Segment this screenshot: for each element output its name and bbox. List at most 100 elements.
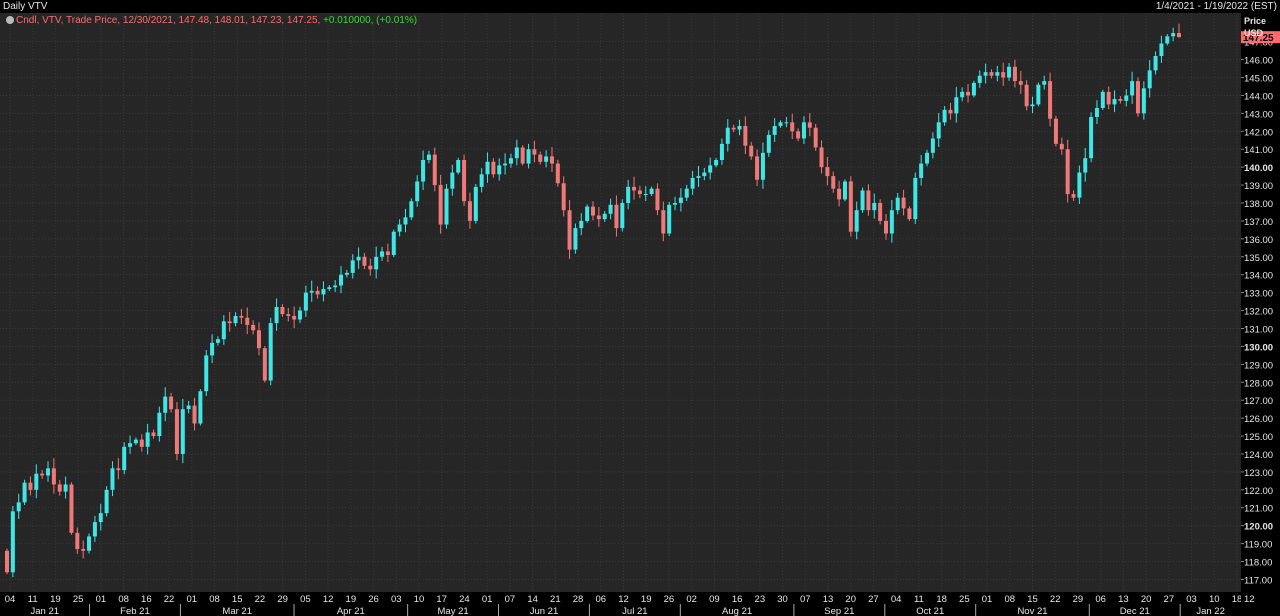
candle-body xyxy=(397,224,402,232)
price-tick-label: 136.00 xyxy=(1244,235,1273,246)
price-tick-label: 146.00 xyxy=(1244,56,1273,67)
price-tick-label: 131.00 xyxy=(1244,324,1273,335)
day-tick-label: 07 xyxy=(800,594,811,605)
price-axis[interactable]: 117.00 118.00 119.00 120.00 121.00 122.00 123.… xyxy=(1241,13,1280,616)
price-axis-svg: 117.00 118.00 119.00 120.00 121.00 122.00 123.… xyxy=(1241,31,1280,605)
candle-body xyxy=(145,432,150,447)
candle-body xyxy=(362,256,367,266)
candle-body xyxy=(1077,172,1082,198)
candle-body xyxy=(1118,99,1123,101)
month-label: Jan 21 xyxy=(30,606,59,616)
candle-body xyxy=(227,321,232,324)
price-tick-label: 118.00 xyxy=(1244,558,1272,569)
candle-body xyxy=(204,355,209,392)
candle-body xyxy=(456,159,461,173)
candle-body xyxy=(1053,118,1058,144)
candle-body xyxy=(848,181,853,232)
candle-body xyxy=(491,161,496,175)
candle-body xyxy=(286,314,291,316)
price-tick-label: 122.00 xyxy=(1244,486,1273,497)
day-tick-label: 05 xyxy=(300,594,311,605)
day-tick-label: 22 xyxy=(1050,594,1061,605)
candle-body xyxy=(819,147,824,168)
month-label: Nov 21 xyxy=(1017,606,1047,616)
candle-body xyxy=(1177,33,1181,38)
price-tick-label: 138.00 xyxy=(1244,199,1273,210)
day-tick-label: 16 xyxy=(732,594,743,605)
candle-body xyxy=(350,260,355,273)
day-tick-label: 29 xyxy=(1073,594,1084,605)
candle-body xyxy=(1094,108,1099,117)
candle-body xyxy=(579,220,584,229)
candle-body xyxy=(116,468,121,471)
plot-area[interactable] xyxy=(0,13,1241,592)
candle-body xyxy=(1024,84,1029,107)
candle-body xyxy=(977,75,982,83)
candle-body xyxy=(526,149,531,164)
candle-body xyxy=(866,190,871,211)
settings-icon[interactable] xyxy=(6,16,14,24)
candle-body xyxy=(1112,99,1117,105)
candle-body xyxy=(1030,104,1035,107)
candle-body xyxy=(81,548,86,551)
candle-body xyxy=(661,210,666,234)
candle-body xyxy=(339,274,344,286)
day-tick-label: 26 xyxy=(368,594,379,605)
price-tick-label: 133.00 xyxy=(1244,289,1273,300)
candle-body xyxy=(139,439,144,447)
candle-body xyxy=(796,131,801,139)
candle-body xyxy=(438,185,443,225)
candle-body xyxy=(854,210,859,232)
candle-body xyxy=(479,174,484,187)
candle-body xyxy=(649,188,654,195)
month-label: Jun 21 xyxy=(530,606,559,616)
month-label: Sep 21 xyxy=(824,606,854,616)
candle-body xyxy=(667,204,672,234)
candle-body xyxy=(415,181,420,202)
time-axis[interactable]: 04 11 19 25 01 08 16 22 01 08 15 22 29 05 12 19 26 03 10 17… xyxy=(0,592,1241,616)
candle-body xyxy=(1001,72,1006,78)
day-tick-label: 26 xyxy=(664,594,675,605)
price-tick-label: 120.00 xyxy=(1244,522,1273,533)
day-tick-label: 13 xyxy=(1118,594,1129,605)
candle-body xyxy=(989,72,994,76)
candle-body xyxy=(92,522,97,537)
candle-body xyxy=(755,156,760,180)
candle-body xyxy=(895,197,900,211)
candle-body xyxy=(1141,88,1146,114)
day-tick-label: 20 xyxy=(1141,594,1152,605)
candle-body xyxy=(538,154,543,162)
candle-body xyxy=(643,194,648,196)
day-tick-label: 02 xyxy=(686,594,697,605)
day-tick-label: 18 xyxy=(936,594,947,605)
price-tick-label: 134.00 xyxy=(1244,271,1273,282)
candle-body xyxy=(813,127,818,148)
day-tick-label: 03 xyxy=(1186,594,1197,605)
day-tick-label: 07 xyxy=(505,594,516,605)
day-tick-label: 06 xyxy=(1095,594,1106,605)
price-tick-label: 129.00 xyxy=(1244,360,1273,371)
candle-body xyxy=(321,289,326,295)
price-tick-label: 142.00 xyxy=(1244,127,1273,138)
candle-body xyxy=(280,306,285,315)
day-tick-label: 06 xyxy=(595,594,606,605)
day-tick-label: 08 xyxy=(1004,594,1015,605)
candle-body xyxy=(1089,116,1094,159)
candle-body xyxy=(1153,56,1158,71)
candle-body xyxy=(913,177,918,220)
price-tick-label: 117.00 xyxy=(1244,575,1272,586)
day-tick-label: 01 xyxy=(982,594,993,605)
candle-body xyxy=(28,482,33,490)
day-tick-label: 30 xyxy=(777,594,788,605)
candle-body xyxy=(391,231,396,255)
candle-body xyxy=(837,188,842,200)
candle-body xyxy=(46,468,51,476)
month-label: Apr 21 xyxy=(337,606,365,616)
candle-body xyxy=(503,163,508,166)
candlestick-chart[interactable] xyxy=(0,13,1241,592)
candle-body xyxy=(1059,143,1064,150)
candle-body xyxy=(831,176,836,189)
candle-body xyxy=(75,532,80,549)
candle-body xyxy=(925,152,930,164)
candle-body xyxy=(620,203,625,229)
